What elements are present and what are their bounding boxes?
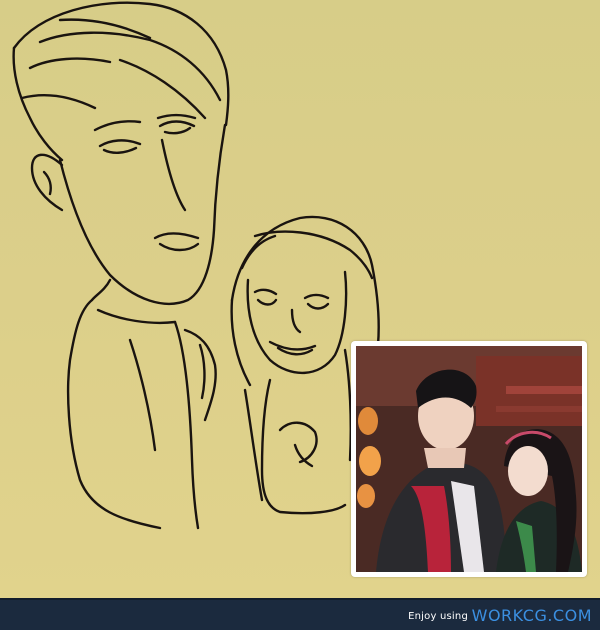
inset-selfie-photo bbox=[356, 346, 582, 572]
inset-photo-frame bbox=[351, 341, 587, 577]
artwork-canvas bbox=[0, 0, 600, 598]
watermark-footer-bar: Enjoy using WORKCG.COM bbox=[0, 598, 600, 630]
footer-brand-link[interactable]: WORKCG.COM bbox=[472, 606, 592, 625]
footer-tagline: Enjoy using bbox=[408, 611, 468, 622]
